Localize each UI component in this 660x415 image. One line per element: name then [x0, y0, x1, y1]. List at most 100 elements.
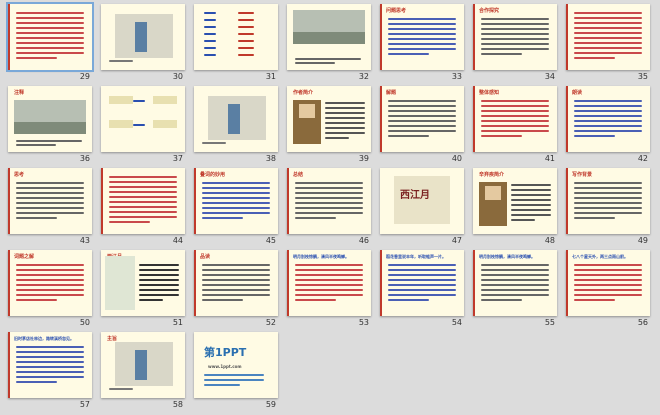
slide-thumbnail[interactable]: 词题之解 50	[8, 250, 92, 330]
slide-number: 37	[172, 154, 183, 163]
slide-thumbnail[interactable]: 问题思考 33	[380, 4, 464, 84]
text-line	[202, 299, 243, 301]
slide-canvas: 七八个星天外，两三点雨山前。	[566, 250, 650, 316]
slide-thumbnail[interactable]: 第1PPT www.1ppt.com 59	[194, 332, 278, 412]
slide-number: 40	[451, 154, 462, 163]
accent-bar	[8, 168, 10, 234]
slide-thumbnail[interactable]: 思考 43	[8, 168, 92, 248]
text-line	[511, 194, 551, 196]
slide-number: 41	[544, 154, 555, 163]
slide-thumbnail[interactable]: 整体感知 41	[473, 86, 557, 166]
text-line	[109, 388, 133, 390]
slide-canvas: 注释	[8, 86, 92, 152]
text-line	[295, 279, 363, 281]
slide-canvas: 思考	[8, 168, 92, 234]
slide-thumbnail[interactable]: 叠词的妙用 45	[194, 168, 278, 248]
text-line	[202, 284, 270, 286]
text-line	[574, 264, 642, 266]
text-line	[238, 33, 254, 35]
accent-bar	[287, 168, 289, 234]
slide-thumbnail[interactable]: 西江月 47	[380, 168, 464, 248]
text-line	[481, 48, 549, 50]
slide-thumbnail[interactable]: 37	[101, 86, 185, 166]
text-line	[511, 209, 551, 211]
slide-thumbnail[interactable]: 品读 52	[194, 250, 278, 330]
slide-thumbnail[interactable]: 西江月 51	[101, 250, 185, 330]
slide-thumbnail[interactable]: 辛弃疾简介 48	[473, 168, 557, 248]
slide-thumbnail[interactable]: 总结 46	[287, 168, 371, 248]
slide-thumbnail[interactable]: 注释 36	[8, 86, 92, 166]
text-line	[202, 197, 270, 199]
text-line	[388, 135, 429, 137]
text-line	[16, 140, 82, 142]
slide-thumbnail[interactable]: 主旨 58	[101, 332, 185, 412]
text-line	[16, 144, 56, 146]
slide-canvas	[101, 4, 185, 70]
text-line	[295, 62, 335, 64]
text-line	[481, 289, 549, 291]
text-line	[16, 32, 84, 34]
slide-thumbnail[interactable]: 38	[194, 86, 278, 166]
text-line	[16, 264, 84, 266]
text-line	[388, 53, 429, 55]
slide-grid: 29 30 31 32 问题思考 33 合作探究 34 35 注释 36 37 38 作者简介 39 解题 40…	[0, 0, 660, 415]
text-line	[574, 284, 642, 286]
slide-thumbnail[interactable]: 30	[101, 4, 185, 84]
text-line	[109, 191, 177, 193]
slide-thumbnail[interactable]: 29	[6, 2, 94, 84]
text-line	[204, 54, 216, 56]
text-line	[295, 217, 336, 219]
slide-number: 56	[637, 318, 648, 327]
text-line	[16, 52, 84, 54]
slide-thumbnail[interactable]: 稻花香里说丰年，听取蛙声一片。 54	[380, 250, 464, 330]
face-block	[485, 186, 501, 200]
accent-bar	[473, 86, 475, 152]
slide-thumbnail[interactable]: 35	[566, 4, 650, 84]
slide-heading: 总结	[293, 172, 304, 178]
slide-canvas: 西江月	[380, 168, 464, 234]
slide-thumbnail[interactable]: 解题 40	[380, 86, 464, 166]
slide-thumbnail[interactable]: 31	[194, 4, 278, 84]
text-line	[204, 33, 216, 35]
slide-thumbnail[interactable]: 明月别枝惊鹊，清风半夜鸣蝉。 55	[473, 250, 557, 330]
slide-number: 34	[544, 72, 555, 81]
text-line	[574, 100, 642, 102]
slide-thumbnail[interactable]: 32	[287, 4, 371, 84]
text-line	[202, 264, 270, 266]
text-line	[238, 54, 254, 56]
accent-bar	[380, 250, 382, 316]
text-line	[16, 376, 84, 378]
text-line	[481, 135, 522, 137]
text-line	[295, 294, 363, 296]
text-line	[388, 294, 456, 296]
slide-thumbnail[interactable]: 44	[101, 168, 185, 248]
slide-thumbnail[interactable]: 旧时茅店社林边，路转溪桥忽见。 57	[8, 332, 92, 412]
slide-number: 33	[451, 72, 462, 81]
slide-heading: 问题思考	[386, 8, 407, 14]
ppt-logo: 第1PPT	[204, 346, 247, 359]
slide-heading: 朗读	[572, 90, 583, 96]
slide-heading: 品读	[200, 254, 211, 260]
text-line	[295, 197, 363, 199]
slide-thumbnail[interactable]: 作者简介 39	[287, 86, 371, 166]
slide-canvas: 明月别枝惊鹊，清风半夜鸣蝉。	[473, 250, 557, 316]
text-line	[16, 289, 84, 291]
accent-bar	[473, 4, 475, 70]
slide-thumbnail[interactable]: 明月别枝惊鹊，清风半夜鸣蝉。 53	[287, 250, 371, 330]
slide-thumbnail[interactable]: 写作背景 49	[566, 168, 650, 248]
slide-canvas: 稻花香里说丰年，听取蛙声一片。	[380, 250, 464, 316]
diagram-node	[153, 120, 177, 128]
slide-canvas: 西江月	[101, 250, 185, 316]
text-line	[202, 269, 270, 271]
slide-canvas	[194, 4, 278, 70]
text-line	[481, 33, 549, 35]
slide-thumbnail[interactable]: 七八个星天外，两三点雨山前。 56	[566, 250, 650, 330]
slide-thumbnail[interactable]: 朗读 42	[566, 86, 650, 166]
text-line	[481, 105, 549, 107]
slide-canvas: 整体感知	[473, 86, 557, 152]
text-line	[109, 176, 177, 178]
slide-canvas	[287, 4, 371, 70]
slide-number: 36	[79, 154, 90, 163]
text-line	[109, 181, 177, 183]
slide-thumbnail[interactable]: 合作探究 34	[473, 4, 557, 84]
